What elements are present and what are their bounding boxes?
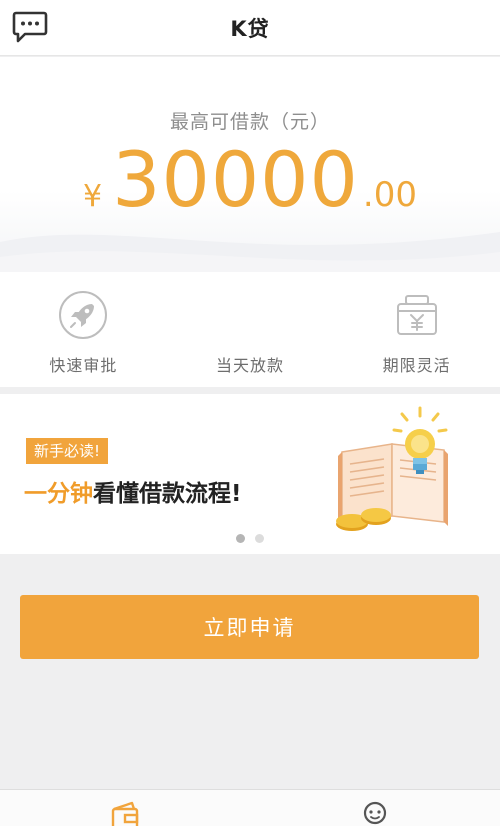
tab-home[interactable] xyxy=(0,790,250,826)
amount-decimal: .00 xyxy=(362,175,417,215)
feature-label: 期限灵活 xyxy=(382,356,451,375)
wallet-icon xyxy=(111,801,139,826)
credit-limit-amount: ¥ 30000 .00 xyxy=(0,142,500,218)
bottom-tab-bar xyxy=(0,789,500,826)
tab-profile[interactable] xyxy=(250,790,500,826)
feature-same-day: 当天放款 xyxy=(167,272,334,387)
feature-row: 快速审批 当天放款 期限灵活 xyxy=(0,272,500,387)
book-lightbulb-illustration xyxy=(336,406,448,531)
top-nav-bar: K贷 xyxy=(0,0,500,56)
blank-icon-slot xyxy=(225,290,275,340)
app-title: K贷 xyxy=(230,16,270,41)
promo-banner[interactable]: 新手必读! 一分钟看懂借款流程! xyxy=(0,394,500,554)
amount-integer: 30000 xyxy=(112,135,359,224)
carousel-dot-active[interactable] xyxy=(236,534,245,543)
rocket-icon xyxy=(59,291,108,339)
feature-flexible-term: 期限灵活 xyxy=(333,272,500,387)
feature-label: 快速审批 xyxy=(49,356,118,375)
banner-tag: 新手必读! xyxy=(26,438,109,464)
credit-limit-panel: 最高可借款（元） ¥ 30000 .00 xyxy=(0,57,500,272)
apply-now-button[interactable]: 立即申请 xyxy=(20,595,479,659)
feature-label: 当天放款 xyxy=(216,356,285,375)
carousel-dot[interactable] xyxy=(255,534,264,543)
feature-fast-approval: 快速审批 xyxy=(0,272,167,387)
banner-headline: 一分钟看懂借款流程! xyxy=(24,474,242,508)
yen-case-icon xyxy=(396,295,437,335)
carousel-dots[interactable] xyxy=(0,534,500,543)
headline-rest: 看懂借款流程! xyxy=(93,481,242,507)
headline-highlight: 一分钟 xyxy=(24,481,93,507)
message-icon[interactable] xyxy=(12,10,48,44)
currency-symbol: ¥ xyxy=(83,179,103,214)
credit-limit-label: 最高可借款（元） xyxy=(169,111,330,133)
user-icon xyxy=(363,801,387,825)
